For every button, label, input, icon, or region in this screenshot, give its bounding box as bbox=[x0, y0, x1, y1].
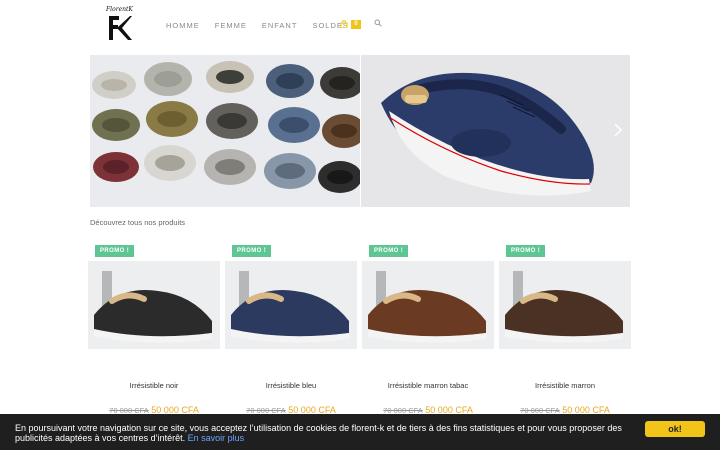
logo[interactable]: FlorentK bbox=[106, 6, 134, 42]
cart-button[interactable]: 0 bbox=[340, 18, 361, 30]
promo-badge: PROMO ! bbox=[506, 245, 546, 257]
logo-script: FlorentK bbox=[106, 6, 133, 13]
cookie-message: En poursuivant votre navigation sur ce s… bbox=[15, 423, 625, 443]
promo-badge: PROMO ! bbox=[95, 245, 135, 257]
nav-item-homme[interactable]: HOMME bbox=[166, 21, 200, 30]
product-name[interactable]: Irrésistible bleu bbox=[225, 381, 357, 390]
product-image[interactable] bbox=[88, 261, 220, 349]
product-image[interactable] bbox=[225, 261, 357, 349]
cookie-accept-button[interactable]: ok! bbox=[645, 421, 705, 437]
hero-slider[interactable] bbox=[90, 55, 630, 207]
product-image[interactable] bbox=[362, 261, 494, 349]
main-nav: HOMME FEMME ENFANT SOLDES bbox=[166, 19, 364, 31]
learn-more-link[interactable]: En savoir plus bbox=[188, 433, 245, 443]
cookie-banner: En poursuivant votre navigation sur ce s… bbox=[0, 414, 720, 450]
promo-badge: PROMO ! bbox=[369, 245, 409, 257]
search-icon[interactable] bbox=[374, 19, 382, 27]
nav-item-enfant[interactable]: ENFANT bbox=[262, 21, 298, 30]
cookie-text: En poursuivant votre navigation sur ce s… bbox=[15, 423, 622, 443]
intro-text: Découvrez tous nos produits bbox=[90, 218, 186, 227]
chevron-right-icon[interactable] bbox=[614, 123, 622, 137]
hero-image-blue-sneaker bbox=[361, 55, 630, 207]
shopping-bag-icon bbox=[340, 20, 348, 28]
product-name[interactable]: Irrésistible marron bbox=[499, 381, 631, 390]
cart-count-badge: 0 bbox=[351, 19, 361, 29]
product-name[interactable]: Irrésistible noir bbox=[88, 381, 220, 390]
promo-badge: PROMO ! bbox=[232, 245, 272, 257]
nav-item-femme[interactable]: FEMME bbox=[215, 21, 247, 30]
product-image[interactable] bbox=[499, 261, 631, 349]
hero-image-sneaker-collection bbox=[90, 55, 360, 207]
logo-mark bbox=[109, 16, 132, 40]
product-name[interactable]: Irrésistible marron tabac bbox=[362, 381, 494, 390]
site-header: FlorentK HOMME FEMME ENFANT SOLDES 0 bbox=[0, 0, 720, 50]
